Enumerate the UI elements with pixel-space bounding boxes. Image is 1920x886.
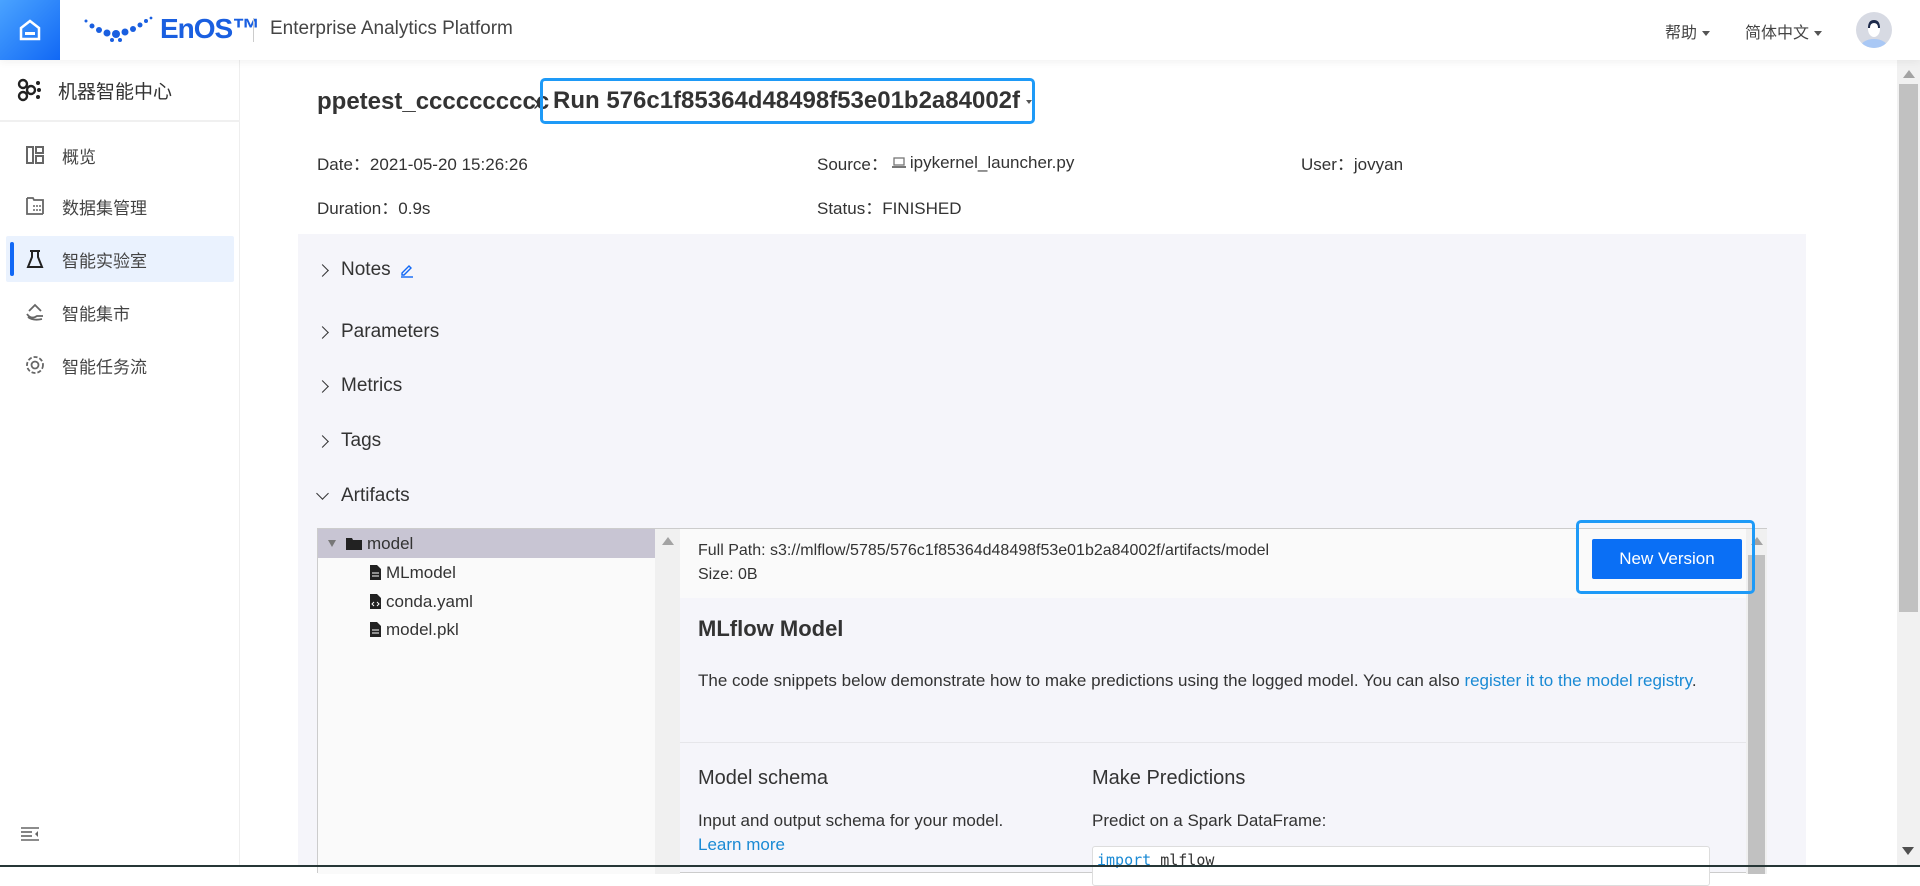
section-parameters[interactable]: Parameters [316,321,439,343]
language-menu[interactable]: 简体中文 [1745,19,1823,43]
scroll-down-icon[interactable] [1902,847,1914,855]
caret-down-icon [1814,31,1823,37]
sidebar-item-workflow[interactable]: 智能任务流 [6,342,234,388]
tree-item-model-folder[interactable]: model [318,529,655,558]
dataset-icon [24,195,46,217]
sidebar: 机器智能中心 概览 数据集管理 智能实验室 智能集市 智能任务流 [0,60,240,867]
run-duration: Duration：0.9s [317,199,431,218]
chevron-down-icon [316,487,329,500]
new-version-button[interactable]: New Version [1592,539,1742,579]
laptop-icon [891,156,906,168]
predict-description: Predict on a Spark DataFrame: [1092,811,1327,830]
dashboard-icon [24,144,46,166]
artifact-size: Size: 0B [698,566,758,583]
sidebar-item-label: 智能集市 [62,304,130,324]
schema-description: Input and output schema for your model. [698,811,1004,830]
user-avatar-icon [1860,20,1888,48]
home-icon [19,19,41,41]
make-predictions-heading: Make Predictions [1092,767,1246,789]
machine-intelligence-icon [17,78,41,102]
avatar[interactable] [1856,12,1892,48]
scrollbar-thumb[interactable] [1748,555,1765,874]
home-button[interactable] [0,0,60,60]
tree-item-model-pkl[interactable]: model.pkl [318,615,655,644]
sidebar-item-label: 智能实验室 [62,251,147,271]
help-label: 帮助 [1665,25,1698,42]
sidebar-item-label: 数据集管理 [62,198,147,218]
market-icon [24,301,46,323]
tree-item-mlmodel[interactable]: MLmodel [318,558,655,587]
sidebar-item-market[interactable]: 智能集市 [6,289,234,335]
menu-collapse-icon [21,827,39,841]
divider [680,742,1746,743]
run-title-text: Run 576c1f85364d48498f53e01b2a84002f [553,87,1021,114]
scroll-up-icon[interactable] [1902,70,1915,78]
source-link[interactable]: ipykernel_launcher.py [910,153,1074,173]
section-artifacts[interactable]: Artifacts [316,485,410,507]
help-menu[interactable]: 帮助 [1665,19,1711,43]
register-model-link[interactable]: register it to the model registry [1464,671,1691,690]
run-source: Source： ipykernel_launcher.py [817,152,1075,175]
sidebar-item-overview[interactable]: 概览 [6,132,234,178]
run-dropdown-caret-icon[interactable] [1026,100,1032,104]
scroll-up-icon[interactable] [661,537,674,545]
edit-icon[interactable] [399,262,415,278]
section-metrics[interactable]: Metrics [316,375,402,397]
file-icon [370,622,381,637]
run-date: Date：2021-05-20 15:26:26 [317,155,528,174]
chevron-right-icon [316,263,329,277]
chevron-right-icon [316,434,329,448]
full-path: Full Path: s3://mlflow/5785/576c1f85364d… [698,542,1270,559]
enos-logo-dots [84,16,153,42]
workflow-icon [24,354,46,376]
model-schema-heading: Model schema [698,767,829,789]
run-status: Status：FINISHED [817,199,962,218]
code-file-icon [370,594,381,609]
artifact-tree: model MLmodel conda.yaml model.pkl [318,529,655,874]
collapse-sidebar-button[interactable] [20,826,40,847]
section-tags[interactable]: Tags [316,430,381,452]
experiment-breadcrumb[interactable]: ppetest_cccccccccc [317,88,549,116]
sidebar-item-label: 概览 [62,147,96,167]
sidebar-item-lab[interactable]: 智能实验室 [6,236,234,282]
chevron-right-icon [316,379,329,393]
page-scrollbar[interactable] [1897,60,1920,865]
tree-item-conda-yaml[interactable]: conda.yaml [318,587,655,616]
section-notes[interactable]: Notes [316,259,415,281]
tree-scrollbar[interactable] [655,529,680,874]
model-description: The code snippets below demonstrate how … [698,671,1697,690]
sidebar-item-datasets[interactable]: 数据集管理 [6,183,234,229]
file-icon [370,565,381,580]
artifacts-browser: model MLmodel conda.yaml model.pkl Full … [317,528,1767,874]
scrollbar-thumb[interactable] [1899,84,1918,612]
caret-down-icon [1702,31,1711,37]
enos-logo: EnOS™ [160,13,260,44]
app-title: Enterprise Analytics Platform [270,18,513,39]
top-bar: EnOS™ Enterprise Analytics Platform 帮助 简… [0,0,1920,60]
flask-icon [24,248,46,270]
folder-icon [346,538,362,550]
run-title: Run 576c1f85364d48498f53e01b2a84002f [540,78,1035,124]
triangle-down-icon [328,540,336,547]
mlflow-model-heading: MLflow Model [698,616,844,641]
divider [253,18,254,42]
learn-more-link[interactable]: Learn more [698,835,785,855]
chevron-right-icon [316,325,329,339]
language-label: 简体中文 [1745,25,1810,42]
sidebar-item-label: 智能任务流 [62,357,147,377]
sidebar-header: 机器智能中心 [0,60,240,122]
run-user: User：jovyan [1301,155,1404,174]
sidebar-title: 机器智能中心 [58,81,173,103]
